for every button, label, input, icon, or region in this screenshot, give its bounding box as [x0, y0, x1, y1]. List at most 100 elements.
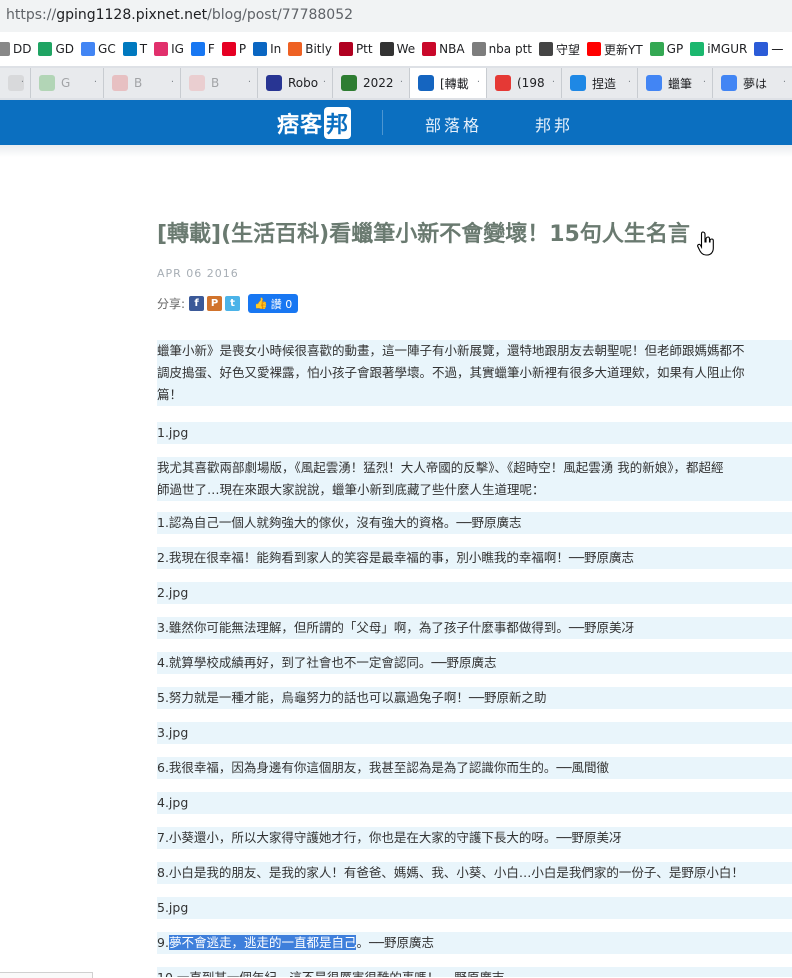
article-paragraph: 1.jpg: [157, 422, 792, 444]
tab-close-icon[interactable]: ·: [703, 77, 706, 88]
tab-close-icon[interactable]: ·: [628, 77, 631, 88]
generic-icon: [0, 42, 10, 56]
plurk-share-icon[interactable]: P: [207, 296, 223, 311]
bookmark-label: 守望: [555, 42, 580, 57]
bookmark-item[interactable]: In: [253, 32, 281, 66]
browser-tab[interactable]: (198 ·: [487, 68, 562, 98]
browser-tab[interactable]: G ·: [31, 68, 104, 98]
paragraph-line: 7.小葵還小，所以大家得守護她才行，你也是在大家的守護下長大的呀。──野原美冴: [157, 827, 792, 849]
header-divider: [382, 110, 383, 135]
bookmark-item[interactable]: NBA: [422, 32, 465, 66]
tab-favicon-icon: [112, 75, 128, 91]
tab-close-icon[interactable]: ·: [21, 77, 24, 88]
bookmark-item[interactable]: 更新YT: [587, 32, 643, 66]
tab-close-icon[interactable]: ·: [171, 77, 174, 88]
tab-favicon-icon: [341, 75, 357, 91]
tab-close-icon[interactable]: ·: [323, 77, 326, 88]
browser-tab[interactable]: [轉載 ·: [410, 68, 487, 98]
paragraph-line: 2.我現在很幸福！能夠看到家人的笑容是最幸福的事，別小瞧我的幸福啊！──野原廣志: [157, 547, 792, 569]
twitter-share-icon[interactable]: t: [225, 296, 241, 311]
tab-title: [轉載: [440, 76, 469, 91]
share-bar: 分享: f P t 👍 讚 0: [157, 294, 299, 313]
logo-text: 痞客: [277, 113, 324, 138]
paragraph-line: 3.雖然你可能無法理解，但所謂的「父母」啊，為了孩子什麼事都做得到。──野原美冴: [157, 617, 792, 639]
tab-close-icon[interactable]: ·: [94, 77, 97, 88]
pixnet-logo[interactable]: 痞客邦: [277, 107, 352, 139]
selected-text[interactable]: 夢不會逃走，逃走的一直都是自己: [168, 935, 357, 950]
tab-close-icon[interactable]: ·: [400, 77, 403, 88]
article-paragraph: 5.jpg: [157, 897, 792, 919]
browser-tab[interactable]: 蠟筆 ·: [638, 68, 713, 98]
tab-favicon-icon: [646, 75, 662, 91]
bookmark-item[interactable]: F: [190, 32, 215, 66]
facebook-share-icon[interactable]: f: [189, 296, 205, 311]
hand-cursor-icon: [697, 231, 714, 256]
bitly-icon: [288, 42, 303, 56]
facebook-icon: [190, 42, 205, 56]
bookmark-label: iMGUR: [707, 42, 748, 56]
bookmark-label: T: [139, 42, 148, 56]
url-host: gping1128.pixnet.net: [56, 7, 208, 23]
paragraph-line: 9.夢不會逃走，逃走的一直都是自己。──野原廣志: [157, 932, 792, 954]
bookmark-label: NBA: [439, 42, 465, 56]
bookmark-label: DD: [13, 42, 32, 56]
browser-tab[interactable]: Robo ·: [258, 68, 333, 98]
tab-title: 夢は: [743, 76, 768, 91]
bookmark-item[interactable]: T: [122, 32, 148, 66]
tab-title: 蠟筆: [668, 76, 693, 91]
bookmark-item[interactable]: 一: [754, 32, 783, 66]
address-bar[interactable]: https://gping1128.pixnet.net/blog/post/7…: [0, 0, 792, 32]
browser-tab[interactable]: 2022 ·: [333, 68, 410, 98]
tab-close-icon[interactable]: ·: [248, 77, 251, 88]
bookmark-item[interactable]: iMGUR: [690, 32, 747, 66]
browser-tab[interactable]: ·: [0, 68, 31, 98]
browser-tab[interactable]: B ·: [104, 68, 181, 98]
youtube-icon: [587, 42, 601, 56]
thumbs-up-icon: 👍: [254, 297, 268, 310]
dragon-icon: [538, 42, 553, 56]
bookmark-label: nba ptt: [488, 42, 532, 56]
bookmark-item[interactable]: GP: [649, 32, 683, 66]
paragraph-line: 5.努力就是一種才能，烏龜努力的話也可以贏過兔子啊！──野原新之助: [157, 687, 792, 709]
bookmark-item[interactable]: IG: [154, 32, 184, 66]
bookmark-item[interactable]: DD: [0, 32, 31, 66]
article-paragraph: 我尤其喜歡兩部劇場版，《風起雲湧！猛烈！大人帝國的反擊》、《超時空！風起雲湧 我…: [157, 457, 792, 501]
tab-title: B: [134, 76, 143, 90]
bookmark-label: 一: [771, 42, 784, 57]
paragraph-line: 6.我很幸福，因為身邊有你這個朋友，我甚至認為是為了認識你而生的。──風間徹: [157, 757, 792, 779]
facebook-like-button[interactable]: 👍 讚 0: [248, 294, 299, 313]
nav-blog[interactable]: 部落格: [425, 112, 482, 136]
bookmark-item[interactable]: nba ptt: [471, 32, 532, 66]
url-text[interactable]: https://gping1128.pixnet.net/blog/post/7…: [6, 7, 353, 23]
bookmark-item[interactable]: P: [221, 32, 246, 66]
tab-title: G: [61, 76, 71, 90]
bookmark-item[interactable]: Bitly: [288, 32, 332, 66]
paragraph-line: 蠟筆小新》是喪女小時候很喜歡的動畫，這一陣子有小新展覽，還特地跟朋友去朝聖呢！但…: [157, 340, 792, 362]
tab-title: 2022: [363, 76, 394, 90]
bookmarks-bar: DD GD GC T IG F P In Bitly Ptt We NBA nba ptt 守望 更新YT G…: [0, 32, 792, 67]
tab-close-icon[interactable]: ·: [783, 77, 786, 88]
browser-tab[interactable]: B ·: [181, 68, 258, 98]
url-scheme: https://: [6, 7, 57, 23]
nav-bangbang[interactable]: 邦邦: [535, 112, 573, 136]
imgur-icon: [690, 42, 705, 56]
browser-tab[interactable]: 捏造 ·: [562, 68, 638, 98]
header-shadow: [0, 145, 792, 157]
bookmark-label: We: [396, 42, 416, 56]
article-paragraph: 1.認為自己一個人就夠強大的傢伙，沒有強大的資格。──野原廣志: [157, 512, 792, 534]
bookmark-item[interactable]: GD: [38, 32, 74, 66]
bookmark-item[interactable]: Ptt: [338, 32, 373, 66]
tab-close-icon[interactable]: ·: [552, 77, 555, 88]
browser-tab[interactable]: 夢は ·: [713, 68, 792, 98]
paragraph-line: 3.jpg: [157, 722, 792, 744]
tab-close-icon[interactable]: ·: [477, 77, 480, 88]
bookmark-label: F: [207, 42, 215, 56]
bird-icon: [379, 42, 394, 56]
paragraph-line: 2.jpg: [157, 582, 792, 604]
bookmark-item[interactable]: 守望: [538, 32, 580, 66]
ptt-icon: [338, 42, 353, 56]
bookmark-item[interactable]: We: [379, 32, 416, 66]
tab-title: B: [211, 76, 220, 90]
bookmark-item[interactable]: GC: [81, 32, 116, 66]
quote-attribution: 。──野原廣志: [356, 935, 435, 950]
